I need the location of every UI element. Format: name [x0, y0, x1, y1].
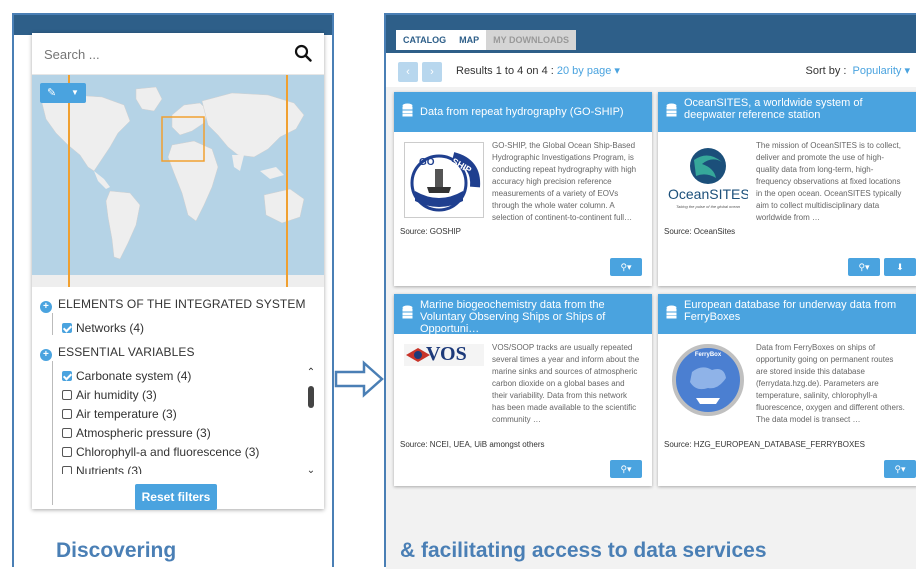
vos-logo: VOS — [404, 340, 484, 370]
goship-logo-graphic: SHIP GO — [410, 152, 481, 212]
card-title[interactable]: European database for underway data from… — [658, 294, 916, 334]
edit-icon: ✎ — [47, 87, 57, 99]
section-divider — [52, 361, 53, 505]
link-icon: ⚲▾ — [894, 464, 906, 474]
sort-control: Sort by : Popularity ▾ — [805, 65, 911, 77]
chevron-down-icon: ▼ — [71, 88, 79, 97]
goship-logo: SHIP GO — [404, 142, 484, 218]
service-links-button[interactable]: ⚲▾ — [610, 460, 642, 478]
card-source: Source: GOSHIP — [400, 227, 461, 236]
results-toolbar: ‹ › Results 1 to 4 on 4 : 20 by page ▾ S… — [386, 53, 916, 87]
checkbox[interactable] — [62, 409, 72, 419]
card-description: Data from FerryBoxes on ships of opportu… — [756, 343, 905, 424]
section-divider — [52, 313, 53, 335]
search-filter-card: ✎ ▼ +ELEMENTS OF THE INTEGRATED SYSTEM N… — [32, 33, 324, 509]
filter-option[interactable]: Carbonate system (4) — [62, 369, 191, 383]
reset-filters-button[interactable]: Reset filters — [135, 484, 217, 510]
link-icon: ⚲▾ — [620, 464, 632, 474]
facilitating-access-caption: & facilitating access to data services — [400, 539, 767, 562]
next-page-button[interactable]: › — [422, 62, 442, 82]
discovering-caption: Discovering — [56, 539, 177, 562]
download-icon: ⬇ — [896, 262, 904, 272]
expand-icon: + — [40, 301, 52, 313]
checkbox-checked[interactable] — [62, 371, 72, 381]
card-title[interactable]: Marine biogeochemistry data from the Vol… — [394, 294, 652, 335]
ferrybox-logo: FerryBox — [668, 342, 748, 418]
per-page-dropdown[interactable]: 20 by page ▾ — [557, 65, 620, 77]
card-title[interactable]: Data from repeat hydrography (GO-SHIP) — [394, 92, 652, 132]
checkbox[interactable] — [62, 428, 72, 438]
service-links-button[interactable]: ⚲▾ — [884, 460, 916, 478]
discover-panel: ✎ ▼ +ELEMENTS OF THE INTEGRATED SYSTEM N… — [12, 13, 334, 567]
card-source: Source: OceanSites — [664, 227, 736, 236]
draw-area-button[interactable]: ✎ ▼ — [40, 83, 86, 103]
search-icon[interactable] — [294, 44, 312, 62]
checkbox[interactable] — [62, 447, 72, 457]
service-links-button[interactable]: ⚲▾ — [610, 258, 642, 276]
expand-icon: + — [40, 349, 52, 361]
dataset-card[interactable]: Marine biogeochemistry data from the Vol… — [394, 294, 652, 486]
oceansites-logo: OceanSITES Taking the pulse of the globa… — [668, 142, 748, 218]
sort-dropdown[interactable]: Popularity ▾ — [853, 65, 911, 77]
dataset-card[interactable]: OceanSITES, a worldwide system of deepwa… — [658, 92, 916, 286]
database-icon — [402, 103, 413, 117]
tab-my-downloads[interactable]: MY DOWNLOADS — [486, 30, 577, 50]
ferrybox-logo-text: FerryBox — [694, 352, 722, 358]
database-icon — [666, 305, 677, 319]
search-input[interactable] — [44, 43, 284, 65]
card-description: The mission of OceanSITES is to collect,… — [756, 141, 902, 222]
world-map-graphic — [32, 75, 324, 287]
results-grid: Data from repeat hydrography (GO-SHIP) S… — [386, 87, 916, 569]
arrow-right-icon — [334, 360, 384, 398]
results-summary: Results 1 to 4 on 4 : 20 by page ▾ — [456, 65, 620, 77]
checkbox[interactable] — [62, 390, 72, 400]
link-icon: ⚲▾ — [620, 262, 632, 272]
service-links-button[interactable]: ⚲▾ — [848, 258, 880, 276]
filters-scrollbar[interactable]: ⌃ ⌄ — [306, 368, 316, 478]
card-source: Source: HZG_EUROPEAN_DATABASE_FERRYBOXES — [664, 440, 865, 449]
goship-logo-text: GO — [419, 157, 435, 168]
chevron-up-icon[interactable]: ⌃ — [306, 368, 316, 378]
view-tabs: CATALOG MAP MY DOWNLOADS — [396, 30, 577, 50]
checkbox[interactable] — [62, 466, 72, 474]
card-description: GO-SHIP, the Global Ocean Ship-Based Hyd… — [492, 141, 637, 222]
card-description: VOS/SOOP tracks are usually repeated sev… — [492, 343, 640, 424]
filter-option[interactable]: Networks (4) — [62, 321, 144, 335]
tab-map[interactable]: MAP — [453, 30, 487, 50]
vos-logo-text: VOS — [426, 343, 467, 365]
filter-option[interactable]: Air temperature (3) — [62, 407, 177, 421]
tab-catalog[interactable]: CATALOG — [396, 30, 454, 50]
checkbox-checked[interactable] — [62, 323, 72, 333]
link-icon: ⚲▾ — [858, 262, 870, 272]
card-source: Source: NCEI, UEA, UiB amongst others — [400, 440, 545, 449]
discover-topbar — [14, 15, 332, 35]
download-button[interactable]: ⬇ — [884, 258, 916, 276]
prev-page-button[interactable]: ‹ — [398, 62, 418, 82]
dataset-card[interactable]: Data from repeat hydrography (GO-SHIP) S… — [394, 92, 652, 286]
oceansites-logo-tagline: Taking the pulse of the global ocean — [676, 204, 740, 209]
filter-section-header[interactable]: + ELEMENTS OF THE INTEGRATED SYSTEM — [40, 297, 306, 313]
access-panel: CATALOG MAP MY DOWNLOADS ‹ › Results 1 t… — [384, 13, 916, 569]
chevron-down-icon[interactable]: ⌄ — [306, 466, 316, 476]
dataset-card[interactable]: European database for underway data from… — [658, 294, 916, 486]
filter-section-header[interactable]: + ESSENTIAL VARIABLES — [40, 345, 195, 361]
filter-option[interactable]: Air humidity (3) — [62, 388, 157, 402]
database-icon — [666, 103, 677, 117]
filters-panel: + ELEMENTS OF THE INTEGRATED SYSTEM Netwo… — [32, 287, 324, 509]
world-map[interactable]: ✎ ▼ — [32, 75, 324, 287]
filter-option[interactable]: Nutrients (3) — [62, 464, 142, 474]
scroll-thumb[interactable] — [308, 386, 314, 408]
oceansites-logo-text: OceanSITES — [668, 186, 748, 202]
filter-option[interactable]: Chlorophyll-a and fluorescence (3) — [62, 445, 259, 459]
database-icon — [402, 305, 413, 319]
filter-option[interactable]: Atmospheric pressure (3) — [62, 426, 211, 440]
card-title[interactable]: OceanSITES, a worldwide system of deepwa… — [658, 92, 916, 132]
search-bar — [32, 33, 324, 75]
